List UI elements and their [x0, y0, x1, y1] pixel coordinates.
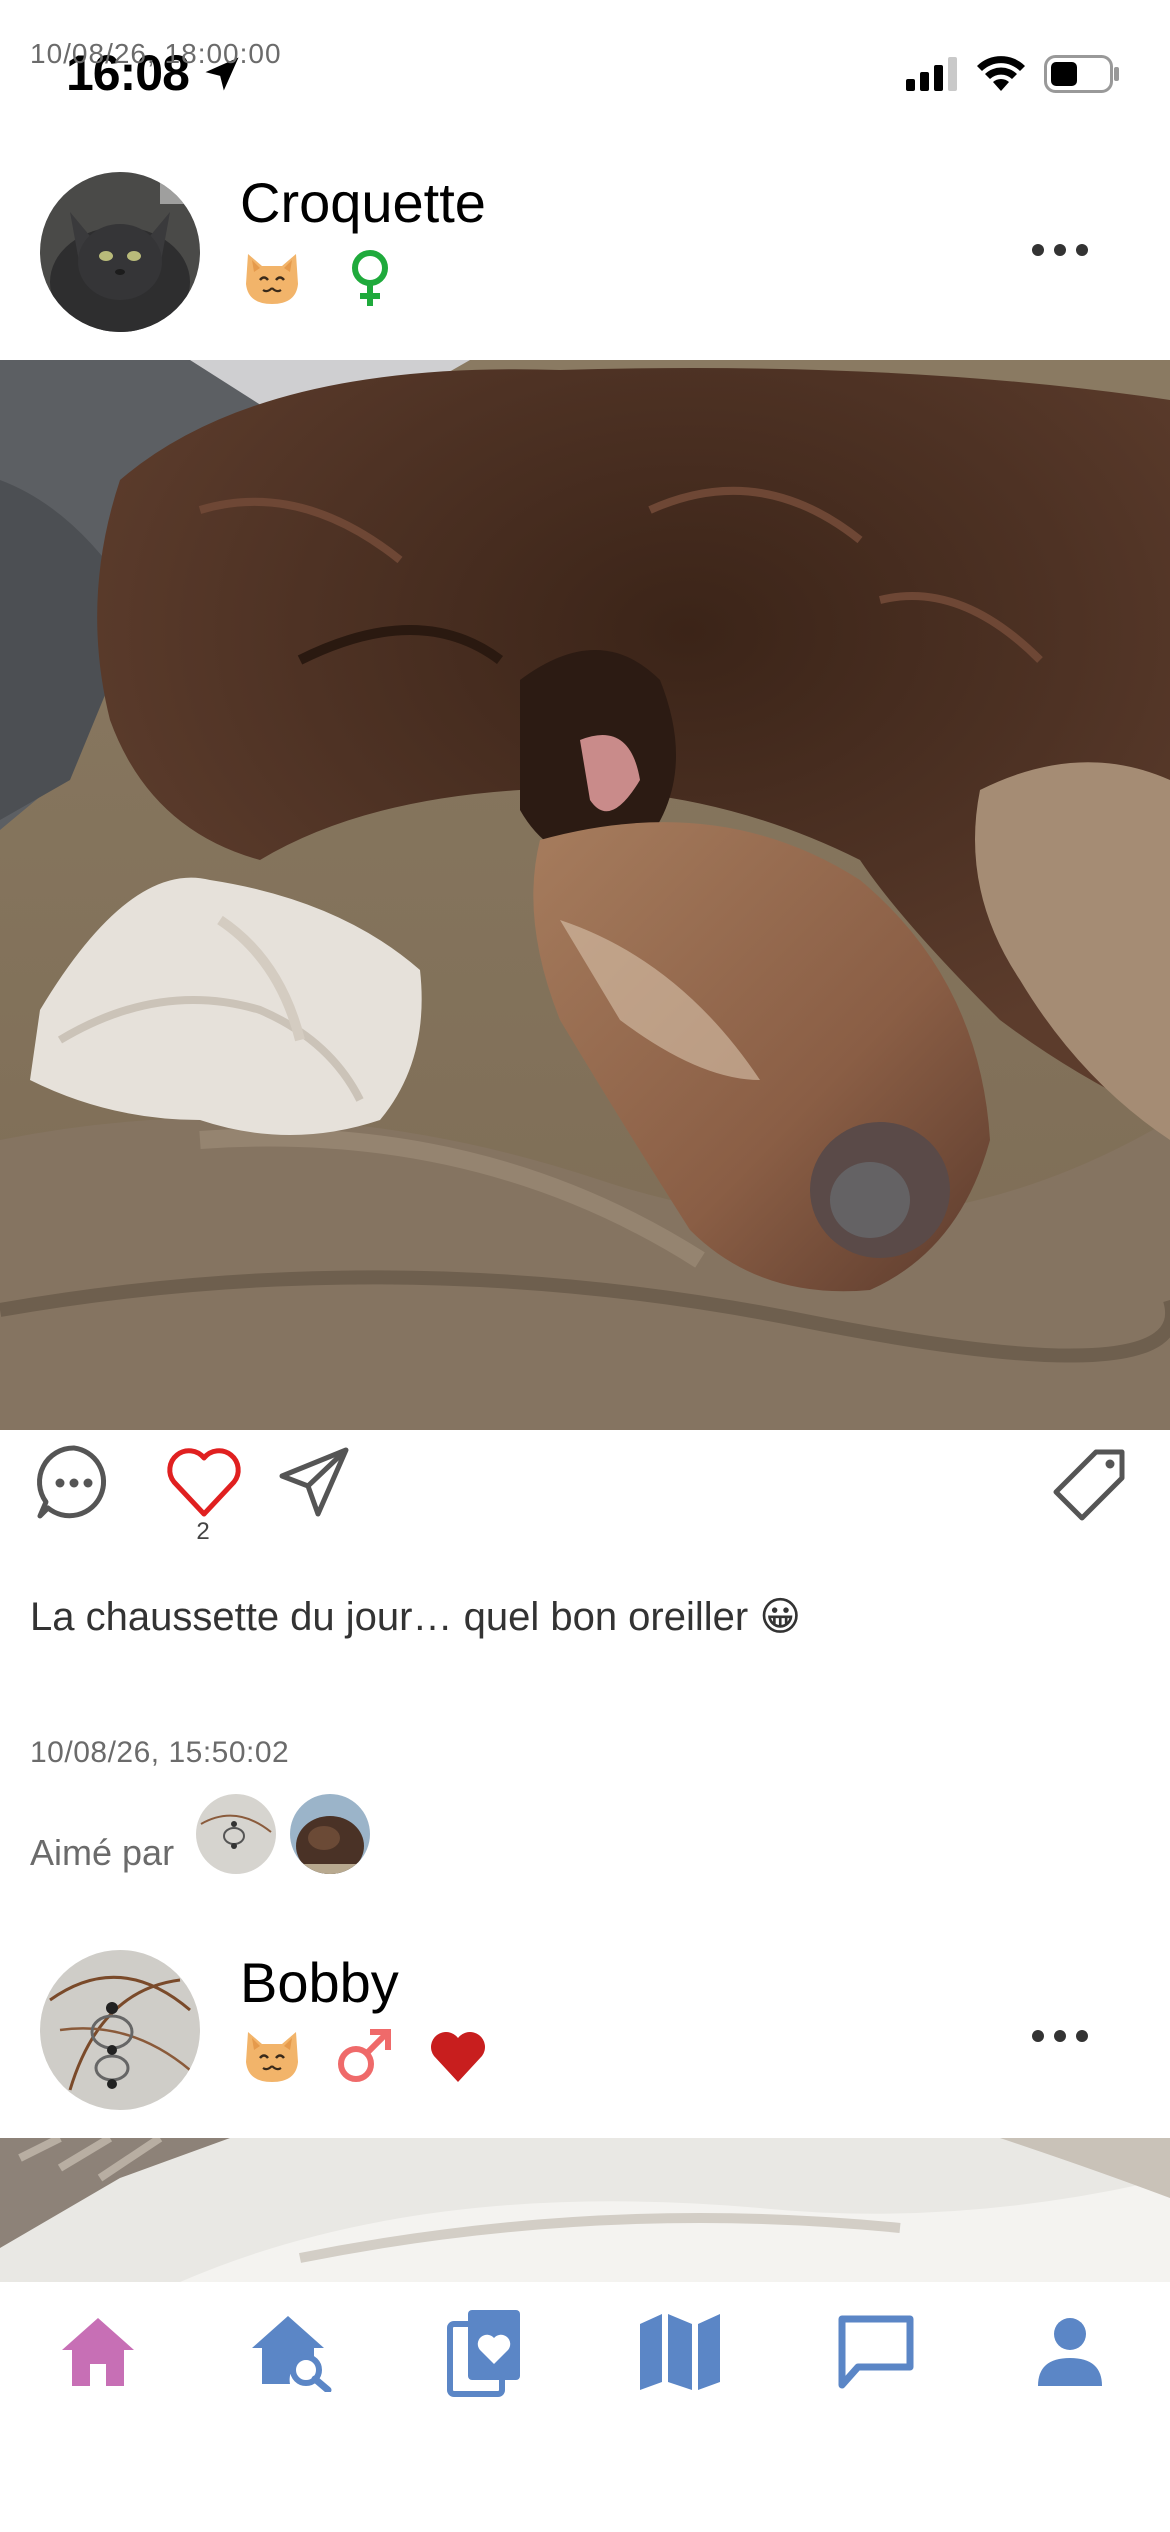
home-icon	[62, 2318, 134, 2386]
bottom-tab-bar	[0, 2282, 1170, 2532]
photo-album-heart-icon	[447, 2310, 520, 2397]
liker-avatar[interactable]	[290, 1794, 370, 1874]
female-symbol-icon	[352, 250, 388, 306]
author-badges	[240, 246, 402, 310]
male-symbol-icon	[338, 2029, 391, 2082]
map-icon	[640, 2314, 720, 2390]
post-photo[interactable]	[0, 2138, 1170, 2282]
post-actions	[0, 1430, 1170, 1560]
like-heart-button[interactable]	[164, 1444, 244, 1520]
post-photo-image	[0, 2138, 1170, 2282]
author-badges	[240, 2024, 490, 2088]
liker-avatar[interactable]	[196, 1794, 276, 1874]
overlay-timestamp: 10/08/26, 18:00:00	[30, 38, 282, 69]
author-avatar-image	[40, 1950, 200, 2110]
cat-face-icon	[246, 2032, 298, 2082]
share-send-button[interactable]	[276, 1444, 352, 1520]
tab-album[interactable]	[436, 2302, 536, 2402]
person-icon	[1038, 2318, 1102, 2386]
like-count[interactable]: 2	[188, 1518, 218, 1546]
post-date: 10/08/26, 15:50:02	[30, 1736, 290, 1769]
more-options-button[interactable]	[1028, 230, 1092, 270]
more-options-button[interactable]	[1028, 2016, 1092, 2056]
chat-bubble-icon	[838, 2315, 914, 2389]
comment-button[interactable]	[34, 1442, 114, 1522]
post-caption: La chaussette du jour… quel bon oreiller…	[30, 1595, 802, 1639]
post-header: Croquette	[0, 150, 1170, 350]
author-name[interactable]: Croquette	[240, 170, 486, 235]
liker-avatar-image	[196, 1794, 276, 1874]
tag-button[interactable]	[1050, 1444, 1130, 1524]
tab-messages[interactable]	[826, 2302, 926, 2402]
liked-by-label: Aimé par	[30, 1832, 175, 1873]
liker-avatar-image	[290, 1794, 370, 1874]
wifi-icon	[977, 56, 1025, 91]
status-icons	[906, 52, 1120, 96]
author-avatar[interactable]	[40, 1950, 200, 2110]
author-avatar[interactable]	[40, 172, 200, 332]
tab-map[interactable]	[630, 2302, 730, 2402]
house-search-icon	[252, 2316, 332, 2392]
post-photo[interactable]	[0, 360, 1170, 1430]
heart-icon	[431, 2032, 485, 2082]
tab-home[interactable]	[48, 2302, 148, 2402]
tab-search[interactable]	[242, 2302, 342, 2402]
post-header: Bobby	[0, 1938, 1170, 2138]
author-name[interactable]: Bobby	[240, 1950, 399, 2015]
tab-profile[interactable]	[1020, 2302, 1120, 2402]
battery-icon	[1044, 55, 1119, 93]
cat-face-icon	[246, 254, 298, 304]
status-bar: 16:08 10/08/26, 18:00:00	[0, 0, 1170, 140]
cat-avatar-image	[40, 172, 200, 332]
dog-photo-image	[0, 360, 1170, 1430]
cellular-signal-icon	[906, 57, 957, 91]
